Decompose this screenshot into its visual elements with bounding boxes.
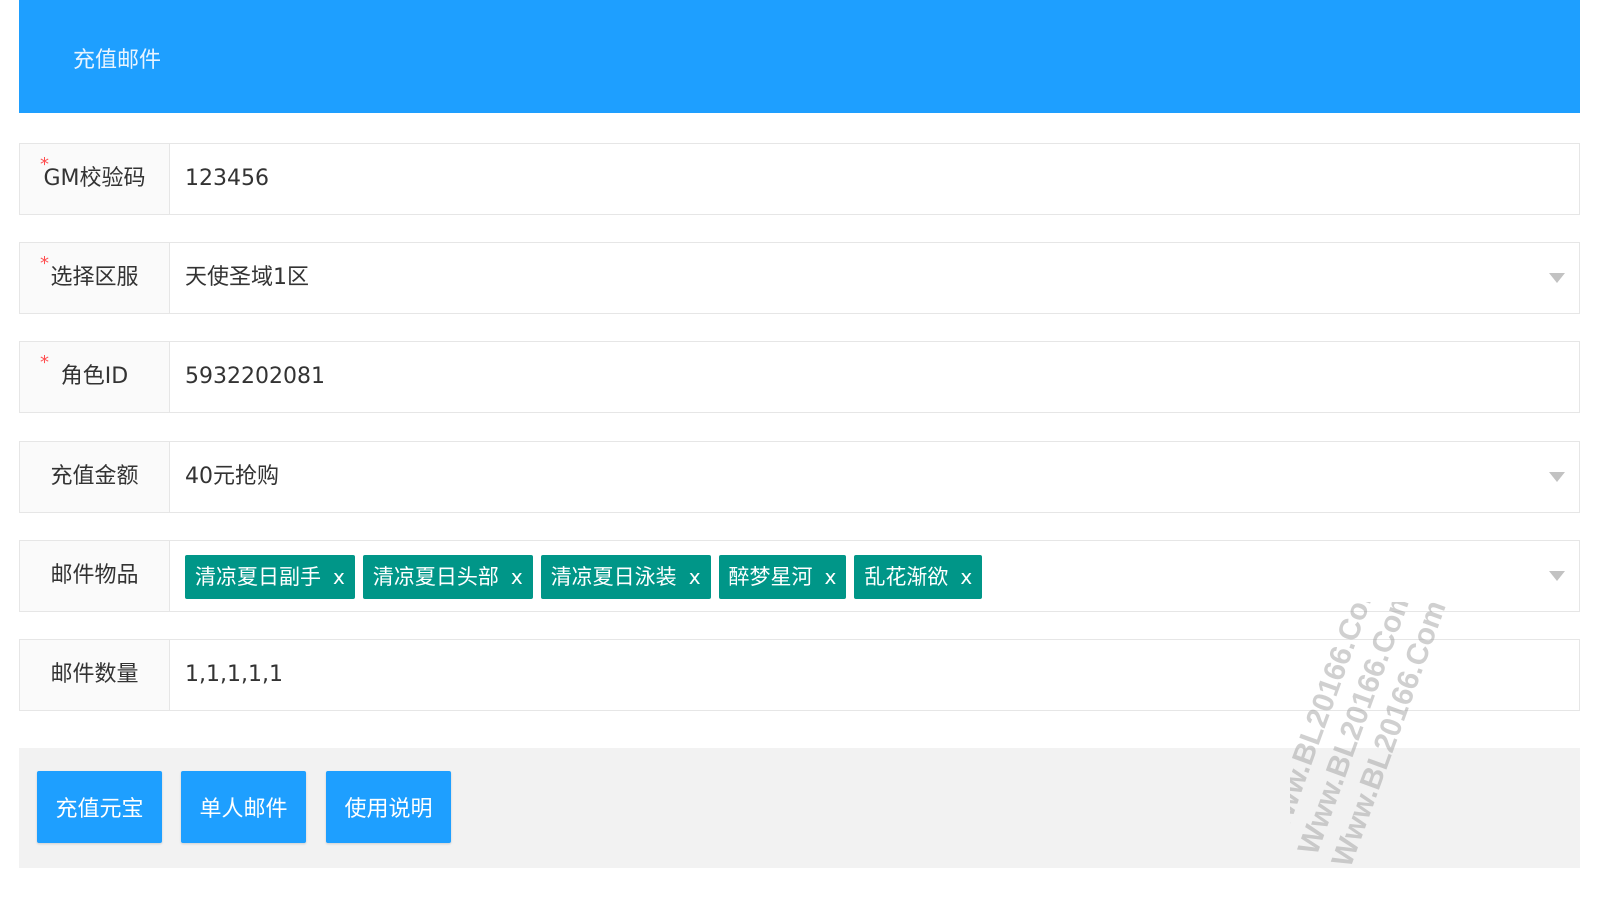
required-mark: *: [40, 154, 49, 175]
gm-code-label: * GM校验码: [20, 144, 170, 214]
item-tag[interactable]: 清凉夏日泳装 x: [540, 555, 711, 599]
amount-row: 充值金额 40元抢购: [19, 441, 1580, 513]
close-icon[interactable]: x: [960, 555, 972, 599]
close-icon[interactable]: x: [333, 555, 345, 599]
role-id-input[interactable]: 5932202081: [185, 342, 1529, 412]
role-id-row: * 角色ID 5932202081: [19, 341, 1580, 413]
page-title: 充值邮件: [73, 48, 162, 73]
item-tag[interactable]: 乱花渐欲 x: [854, 555, 983, 599]
gm-code-row: * GM校验码 123456: [19, 143, 1580, 215]
page-header: 充值邮件: [19, 0, 1580, 113]
items-tag-list[interactable]: 清凉夏日副手 x 清凉夏日头部 x 清凉夏日泳装 x 醉梦星河 x 乱花渐欲 x: [185, 555, 983, 599]
items-label: 邮件物品: [20, 541, 170, 611]
quantity-label: 邮件数量: [20, 640, 170, 710]
role-id-label: * 角色ID: [20, 342, 170, 412]
item-tag[interactable]: 醉梦星河 x: [718, 555, 847, 599]
server-row: * 选择区服 天使圣域1区: [19, 242, 1580, 314]
recharge-button[interactable]: 充值元宝: [37, 771, 162, 843]
item-tag[interactable]: 清凉夏日头部 x: [362, 555, 533, 599]
chevron-down-icon[interactable]: [1549, 472, 1565, 482]
server-select[interactable]: 天使圣域1区: [185, 243, 1529, 313]
amount-label: 充值金额: [20, 442, 170, 512]
server-label: * 选择区服: [20, 243, 170, 313]
close-icon[interactable]: x: [825, 555, 837, 599]
items-row: 邮件物品 清凉夏日副手 x 清凉夏日头部 x 清凉夏日泳装 x 醉梦星河 x 乱花渐欲 x: [19, 540, 1580, 612]
required-mark: *: [40, 352, 49, 373]
gm-code-input[interactable]: 123456: [185, 144, 1529, 214]
help-button[interactable]: 使用说明: [326, 771, 451, 843]
single-mail-button[interactable]: 单人邮件: [181, 771, 306, 843]
chevron-down-icon[interactable]: [1549, 273, 1565, 283]
close-icon[interactable]: x: [511, 555, 523, 599]
item-tag[interactable]: 清凉夏日副手 x: [185, 555, 355, 599]
chevron-down-icon[interactable]: [1549, 571, 1565, 581]
required-mark: *: [40, 253, 49, 274]
amount-select[interactable]: 40元抢购: [185, 442, 1529, 512]
close-icon[interactable]: x: [689, 555, 701, 599]
quantity-input[interactable]: 1,1,1,1,1: [185, 640, 1529, 710]
action-toolbar: 充值元宝 单人邮件 使用说明: [19, 748, 1580, 868]
quantity-row: 邮件数量 1,1,1,1,1: [19, 639, 1580, 711]
